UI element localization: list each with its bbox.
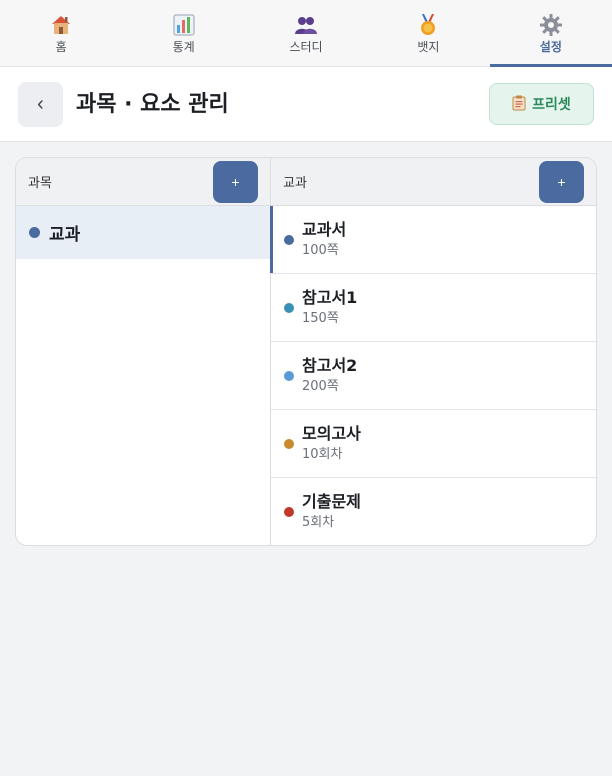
subjects-column: 과목 + 교과 (16, 158, 271, 545)
tab-badges-label: 뱃지 (417, 40, 440, 54)
tab-stats[interactable]: 통계 (122, 0, 244, 66)
element-item[interactable]: 교과서 100쪽 (270, 206, 596, 274)
tab-settings[interactable]: 설정 (489, 0, 612, 67)
element-item[interactable]: 기출문제 5회차 (271, 478, 596, 545)
element-amount: 150쪽 (302, 310, 339, 326)
subject-item-교과[interactable]: 교과 (16, 206, 270, 259)
subjects-title: 과목 (28, 176, 52, 191)
tab-home-label: 홈 (55, 40, 67, 54)
house-icon (48, 12, 74, 38)
element-item[interactable]: 참고서1 150쪽 (271, 274, 596, 342)
element-name: 모의고사 (302, 423, 361, 443)
element-amount: 5회차 (302, 515, 335, 530)
element-item[interactable]: 모의고사 10회차 (271, 410, 596, 478)
medal-icon (415, 12, 441, 38)
tab-stats-label: 통계 (172, 40, 195, 54)
people-icon (293, 12, 319, 38)
clipboard-icon (512, 95, 526, 114)
elements-header: 교과 + (271, 158, 596, 206)
element-list: 교과서 100쪽 참고서1 150쪽 참고서2 200쪽 모의고사 10회차 기… (270, 206, 596, 545)
tab-badges[interactable]: 뱃지 (367, 0, 489, 66)
back-button[interactable]: ‹ (18, 82, 63, 127)
element-name: 참고서1 (302, 287, 358, 307)
page-header: ‹ 과목 · 요소 관리 프리셋 (0, 67, 612, 142)
tab-home[interactable]: 홈 (0, 0, 122, 66)
subject-label: 교과 (49, 225, 81, 245)
element-amount: 200쪽 (302, 378, 339, 394)
page-title: 과목 · 요소 관리 (76, 92, 229, 117)
elements-title: 교과 (283, 176, 307, 191)
subject-color-dot (29, 227, 40, 238)
add-subject-button[interactable]: + (213, 160, 258, 203)
tab-settings-label: 설정 (539, 40, 562, 54)
element-color-dot (284, 439, 294, 449)
element-amount: 10회차 (302, 446, 343, 462)
preset-button-label: 프리셋 (532, 96, 571, 112)
gear-icon (538, 12, 564, 38)
tab-study-label: 스터디 (289, 40, 323, 54)
element-color-dot (284, 507, 294, 517)
element-amount: 100쪽 (302, 242, 339, 258)
preset-button[interactable]: 프리셋 (489, 83, 594, 125)
element-name: 참고서2 (302, 355, 358, 375)
elements-column: 교과 + 교과서 100쪽 참고서1 150쪽 참고서2 200쪽 모의고사 1… (270, 158, 596, 545)
element-name: 기출문제 (302, 492, 361, 511)
top-nav: 홈 통계 스터디 뱃지 설정 (0, 0, 612, 67)
element-name: 교과서 (302, 219, 347, 239)
element-color-dot (284, 235, 294, 245)
subjects-header: 과목 + (16, 158, 270, 206)
tab-study[interactable]: 스터디 (245, 0, 367, 66)
element-color-dot (284, 303, 294, 313)
management-card: 과목 + 교과 교과 + 교과서 100쪽 참고서1 150쪽 참고서2 200… (15, 157, 597, 546)
element-color-dot (284, 371, 294, 381)
element-item[interactable]: 참고서2 200쪽 (271, 342, 596, 410)
chevron-left-icon: ‹ (37, 93, 44, 115)
bar-chart-icon (171, 12, 197, 38)
add-element-button[interactable]: + (539, 160, 584, 203)
